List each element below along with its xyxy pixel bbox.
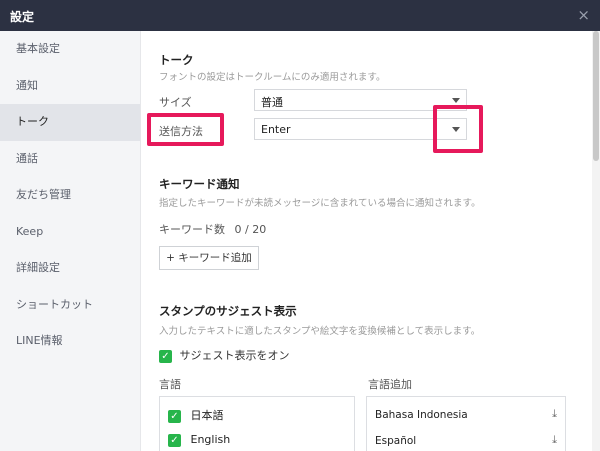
talk-description: フォントの設定はトークルームにのみ適用されます。 [159, 72, 386, 83]
language-name: English [190, 433, 231, 446]
add-language-header: 言語追加 [368, 378, 412, 391]
stamp-suggest-description: 入力したテキストに適したスタンプや絵文字を変換候補として表示します。 [159, 326, 481, 337]
add-language-list: Bahasa Indonesia ⤓ Español ⤓ [366, 396, 566, 451]
sidebar-item-label: 通知 [16, 78, 38, 92]
close-icon[interactable]: × [577, 6, 590, 24]
send-method-label-highlight [147, 113, 224, 146]
suggest-toggle-label: サジェスト表示をオン [179, 349, 290, 362]
keyword-count-label: キーワード数 [159, 223, 225, 236]
title-bar: 設定 × [0, 0, 600, 31]
add-keyword-button[interactable]: + キーワード追加 [159, 246, 259, 270]
language-item[interactable]: ✓ 日本語 [168, 407, 224, 423]
language-list: ✓ 日本語 ✓ English [159, 396, 355, 451]
sidebar-item-advanced[interactable]: 詳細設定 [0, 250, 140, 287]
sidebar-item-label: Keep [16, 224, 44, 238]
stamp-suggest-heading: スタンプのサジェスト表示 [159, 304, 297, 318]
sidebar-item-line-info[interactable]: LINE情報 [0, 323, 140, 360]
sidebar-item-general[interactable]: 基本設定 [0, 31, 140, 68]
language-item[interactable]: ✓ English [168, 433, 230, 447]
scrollbar-thumb[interactable] [593, 31, 599, 161]
scrollbar[interactable] [592, 31, 600, 451]
add-language-item[interactable]: Bahasa Indonesia [375, 409, 468, 421]
keyword-description: 指定したキーワードが未読メッセージに含まれている場合に通知されます。 [159, 198, 481, 209]
language-name: 日本語 [190, 409, 224, 422]
keyword-count-value: 0 / 20 [234, 223, 267, 236]
dropdown-arrow-highlight [433, 105, 483, 153]
download-icon[interactable]: ⤓ [552, 433, 557, 447]
sidebar-item-label: 詳細設定 [16, 261, 60, 274]
window-title: 設定 [10, 10, 35, 24]
checkbox-checked-icon[interactable]: ✓ [159, 349, 172, 363]
sidebar-item-shortcuts[interactable]: ショートカット [0, 287, 140, 324]
download-icon[interactable]: ⤓ [552, 407, 557, 421]
sidebar-item-label: 基本設定 [16, 42, 60, 55]
sidebar: 基本設定 通知 トーク 通話 友だち管理 Keep 詳細設定 ショートカット L… [0, 31, 141, 451]
sidebar-item-talk[interactable]: トーク [0, 104, 140, 141]
sidebar-item-keep[interactable]: Keep [0, 214, 140, 251]
sidebar-item-calls[interactable]: 通話 [0, 141, 140, 178]
settings-content: トーク フォントの設定はトークルームにのみ適用されます。 サイズ 普通 送信方法… [142, 31, 592, 451]
send-method-value: Enter [261, 123, 291, 136]
sidebar-item-friends[interactable]: 友だち管理 [0, 177, 140, 214]
keyword-count: キーワード数 0 / 20 [159, 221, 266, 237]
checkbox-checked-icon[interactable]: ✓ [168, 433, 181, 447]
talk-heading: トーク [159, 53, 194, 67]
sidebar-item-notifications[interactable]: 通知 [0, 68, 140, 105]
suggest-toggle[interactable]: ✓ サジェスト表示をオン [159, 347, 290, 363]
font-size-value: 普通 [261, 96, 283, 109]
sidebar-item-label: トーク [16, 115, 49, 128]
language-header: 言語 [159, 378, 181, 391]
font-size-label: サイズ [159, 96, 192, 109]
keyword-heading: キーワード通知 [159, 177, 240, 191]
chevron-down-icon [452, 98, 460, 103]
sidebar-item-label: LINE情報 [16, 334, 63, 347]
sidebar-item-label: ショートカット [16, 297, 93, 311]
sidebar-item-label: 通話 [16, 151, 38, 165]
checkbox-checked-icon[interactable]: ✓ [168, 409, 181, 423]
add-language-item[interactable]: Español [375, 435, 416, 447]
sidebar-item-label: 友だち管理 [16, 188, 71, 201]
